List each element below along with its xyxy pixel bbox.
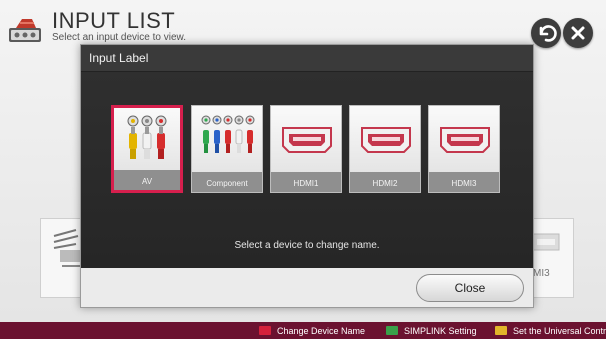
av-connector-icon — [127, 115, 167, 159]
background-card-label: MI3 — [533, 268, 550, 279]
device-card-hdmi3[interactable]: HDMI3 — [428, 105, 500, 193]
hint-set-universal-control[interactable]: Set the Universal Contro — [513, 326, 606, 336]
page-title: INPUT LIST — [52, 8, 176, 33]
device-card-label: HDMI3 — [451, 179, 477, 188]
device-card-component[interactable]: Component — [191, 105, 263, 193]
close-icon — [571, 26, 585, 40]
component-connector-icon — [201, 115, 255, 153]
page-subtitle: Select an input device to view. — [52, 32, 186, 43]
yellow-key-icon — [495, 326, 507, 335]
exit-button[interactable] — [563, 18, 593, 48]
hdmi-port-icon — [440, 127, 490, 153]
hint-simplink-setting[interactable]: SIMPLINK Setting — [404, 326, 477, 336]
device-card-hdmi2[interactable]: HDMI2 — [349, 105, 421, 193]
close-button[interactable]: Close — [416, 274, 524, 302]
device-card-label: AV — [141, 177, 153, 186]
green-key-icon — [386, 326, 398, 335]
device-card-av[interactable]: AV — [111, 105, 183, 193]
dialog-body: AV Component HDMI1 HDMI2 HDMI3 Select a … — [81, 72, 533, 268]
red-key-icon — [259, 326, 271, 335]
device-card-label: HDMI2 — [372, 179, 398, 188]
back-button[interactable] — [531, 18, 561, 48]
back-arrow-icon — [539, 25, 557, 42]
input-list-app-icon — [8, 17, 42, 43]
input-label-dialog: Input Label AV Component HDMI1 HDMI2 HDM… — [80, 44, 534, 308]
dialog-title-bar: Input Label — [81, 45, 533, 72]
dialog-prompt: Select a device to change name. — [234, 240, 380, 251]
hdmi-port-icon — [361, 127, 411, 153]
hint-change-device-name[interactable]: Change Device Name — [277, 326, 365, 336]
device-card-label: Component — [206, 179, 248, 188]
device-card-label: HDMI1 — [293, 179, 319, 188]
dialog-title: Input Label — [89, 51, 149, 65]
hdmi-port-icon — [282, 127, 332, 153]
device-card-hdmi1[interactable]: HDMI1 — [270, 105, 342, 193]
bottom-hint-bar: Change Device Name SIMPLINK Setting Set … — [0, 322, 606, 339]
